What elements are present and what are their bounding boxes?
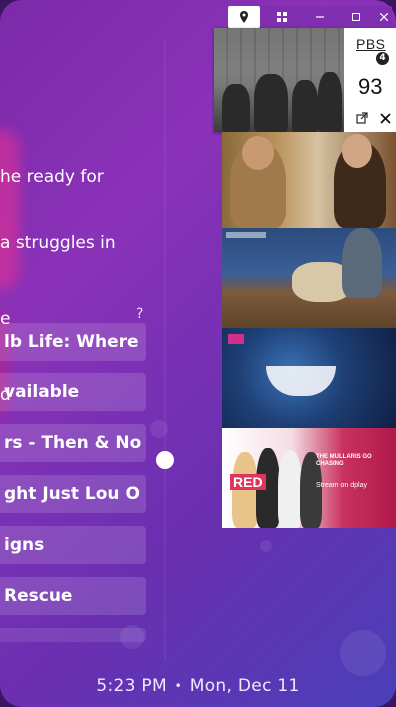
video-figure (254, 74, 288, 132)
show-thumbnail[interactable]: RED THE MULLARIS GO CHASING Stream on dp… (222, 428, 396, 528)
pip-channel-panel: PBS 4 93 (346, 28, 396, 132)
map-pin-icon[interactable] (228, 6, 260, 28)
scrollbar-track[interactable] (164, 40, 166, 660)
video-figure (318, 72, 342, 132)
thumb-face (266, 366, 336, 396)
clock-time: 5:23 PM (96, 676, 167, 696)
video-figure (222, 84, 250, 132)
channel-number: 93 (358, 74, 383, 99)
minimize-icon[interactable] (304, 6, 336, 28)
promo-title: THE MULLARIS GO CHASING (316, 454, 372, 467)
menu-item[interactable]: vailable (0, 373, 146, 411)
menu-item[interactable]: ght Just Lou O (0, 475, 146, 513)
menu-item[interactable]: igns (0, 526, 146, 564)
description-line: a struggles in (0, 233, 116, 253)
description-line: he ready for (0, 167, 104, 187)
menu-item[interactable] (0, 628, 146, 642)
close-icon[interactable] (380, 109, 391, 128)
menu-item[interactable]: rs - Then & No (0, 424, 146, 462)
clock-separator: • (174, 679, 183, 693)
pip-video[interactable] (214, 28, 344, 132)
thumb-overlay (226, 232, 266, 238)
show-thumbnail[interactable] (222, 228, 396, 328)
pip-player[interactable]: PBS 4 93 (214, 28, 396, 132)
popout-icon[interactable] (356, 112, 368, 128)
network-logo: PBS (356, 36, 386, 52)
network-badge: 4 (376, 52, 389, 65)
thumb-person (342, 228, 382, 298)
show-thumbnail[interactable] (222, 328, 396, 428)
thumb-person (242, 136, 274, 170)
clock-date: Mon, Dec 11 (189, 676, 300, 696)
menu-item[interactable]: Rescue (0, 577, 146, 615)
menu-item[interactable]: lb Life: Where (0, 323, 146, 361)
scroll-knob[interactable] (156, 451, 174, 469)
video-figure (292, 80, 318, 132)
bokeh-dot (260, 540, 272, 552)
thumb-person (278, 450, 302, 528)
close-icon[interactable] (368, 6, 396, 28)
channel-logo (228, 334, 244, 344)
promo-tagline: Stream on dplay (316, 482, 367, 489)
thumb-person (342, 134, 372, 168)
bokeh-dot (340, 630, 386, 676)
grid-icon[interactable] (266, 6, 298, 28)
show-badge: RED (230, 474, 266, 490)
status-clock: 5:23 PM • Mon, Dec 11 (0, 676, 396, 696)
thumb-person (232, 452, 258, 528)
window-toolbar (228, 6, 392, 28)
show-thumbnail[interactable] (222, 132, 396, 228)
help-mark: ? (136, 306, 144, 322)
